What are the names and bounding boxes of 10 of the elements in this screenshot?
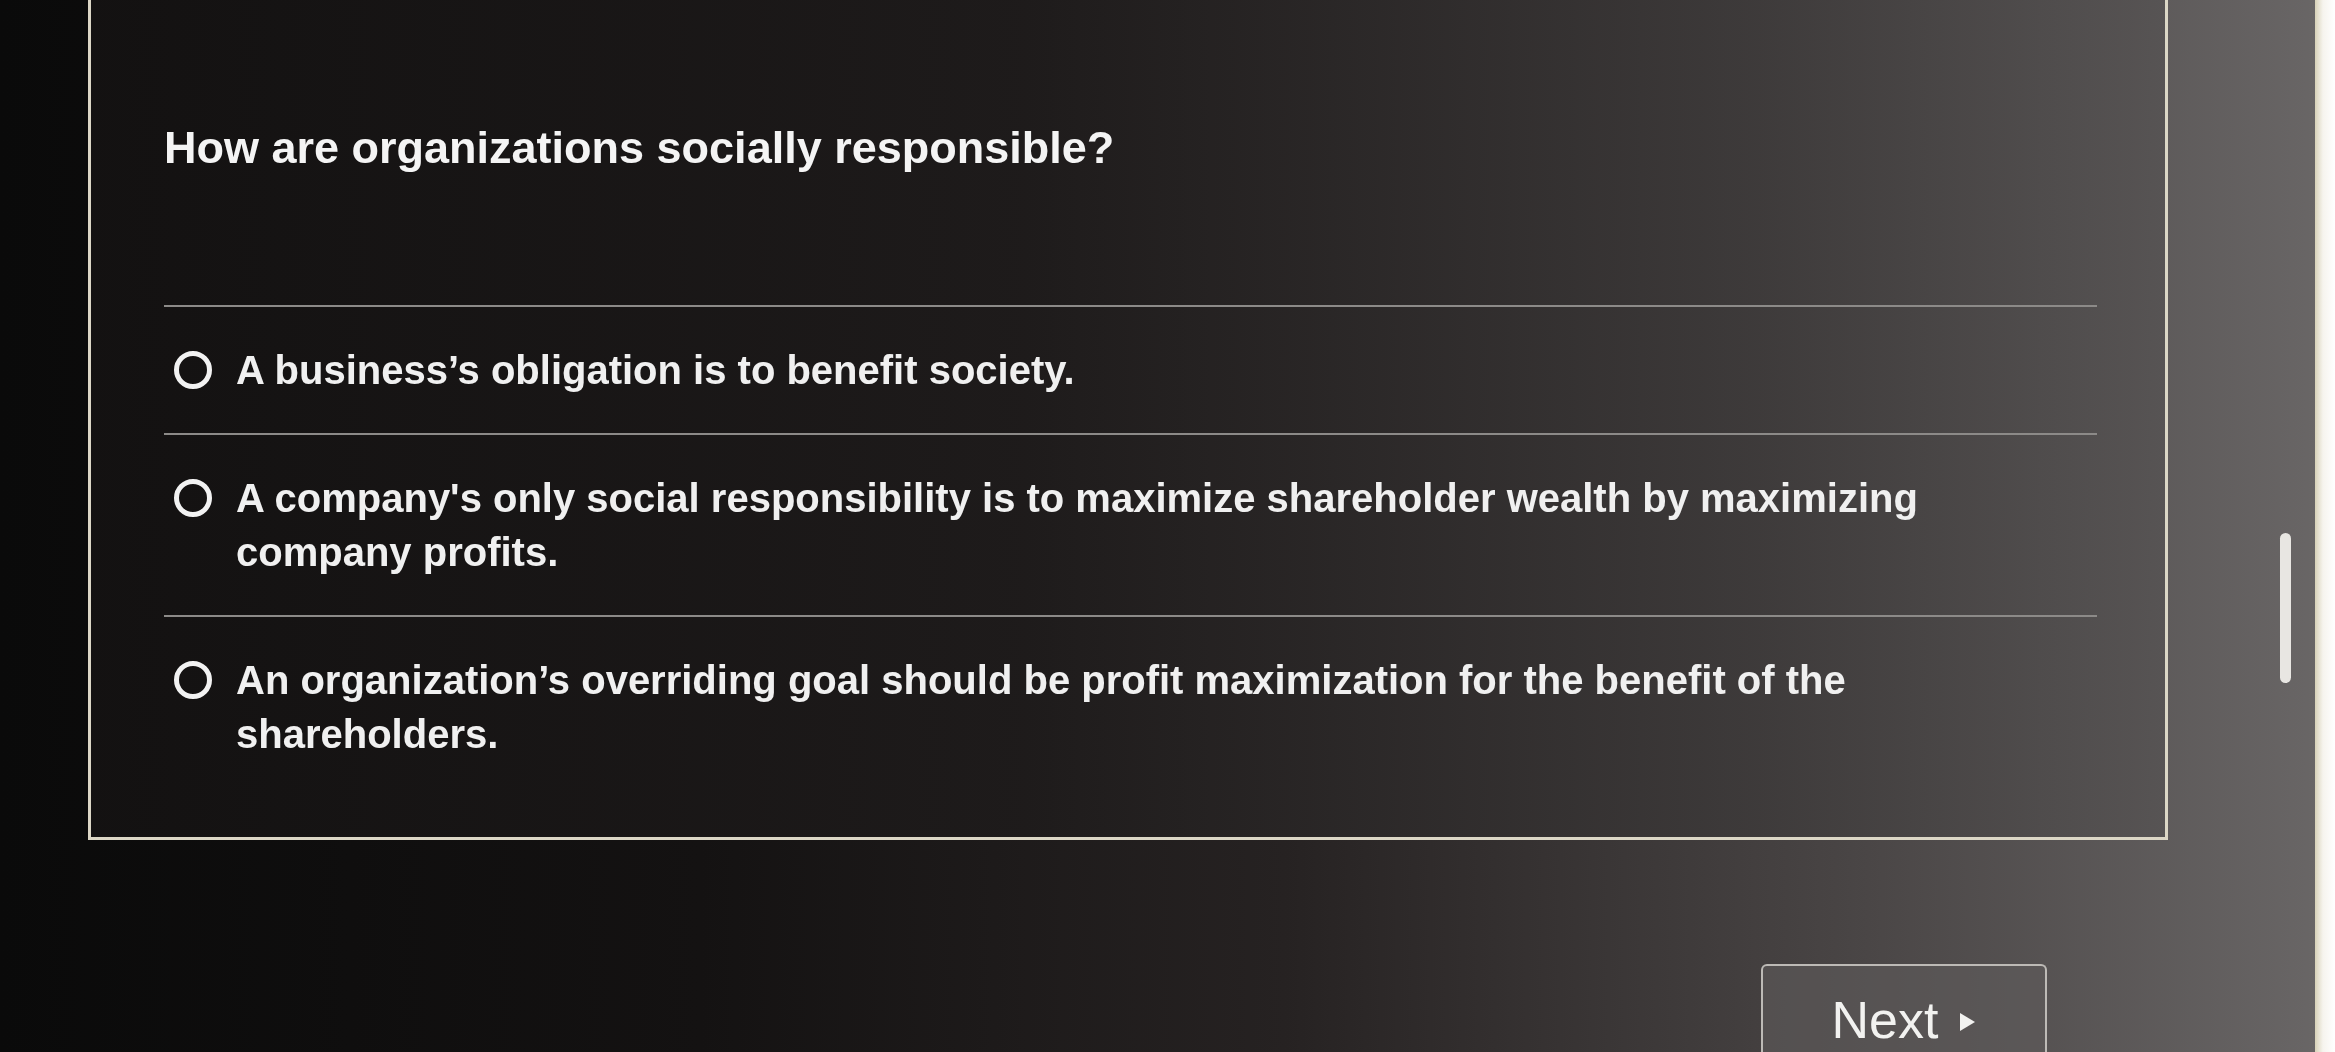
radio-button[interactable] (174, 479, 212, 517)
next-button[interactable]: Next (1761, 964, 2047, 1052)
radio-button[interactable] (174, 661, 212, 699)
radio-button[interactable] (174, 351, 212, 389)
option-label: A business’s obligation is to benefit society. (236, 347, 1075, 394)
option-label: A company's only social responsibility is to maximize shareholder wealth by maximizing company profits. (236, 475, 1919, 576)
scrollbar-thumb[interactable] (2279, 533, 2291, 683)
play-icon (1958, 1012, 1977, 1032)
question-text: How are organizations socially responsible? (164, 121, 1116, 175)
option-label: An organization’s overriding goal should be profit maximization for the benefit of the shareholders. (236, 657, 1847, 758)
